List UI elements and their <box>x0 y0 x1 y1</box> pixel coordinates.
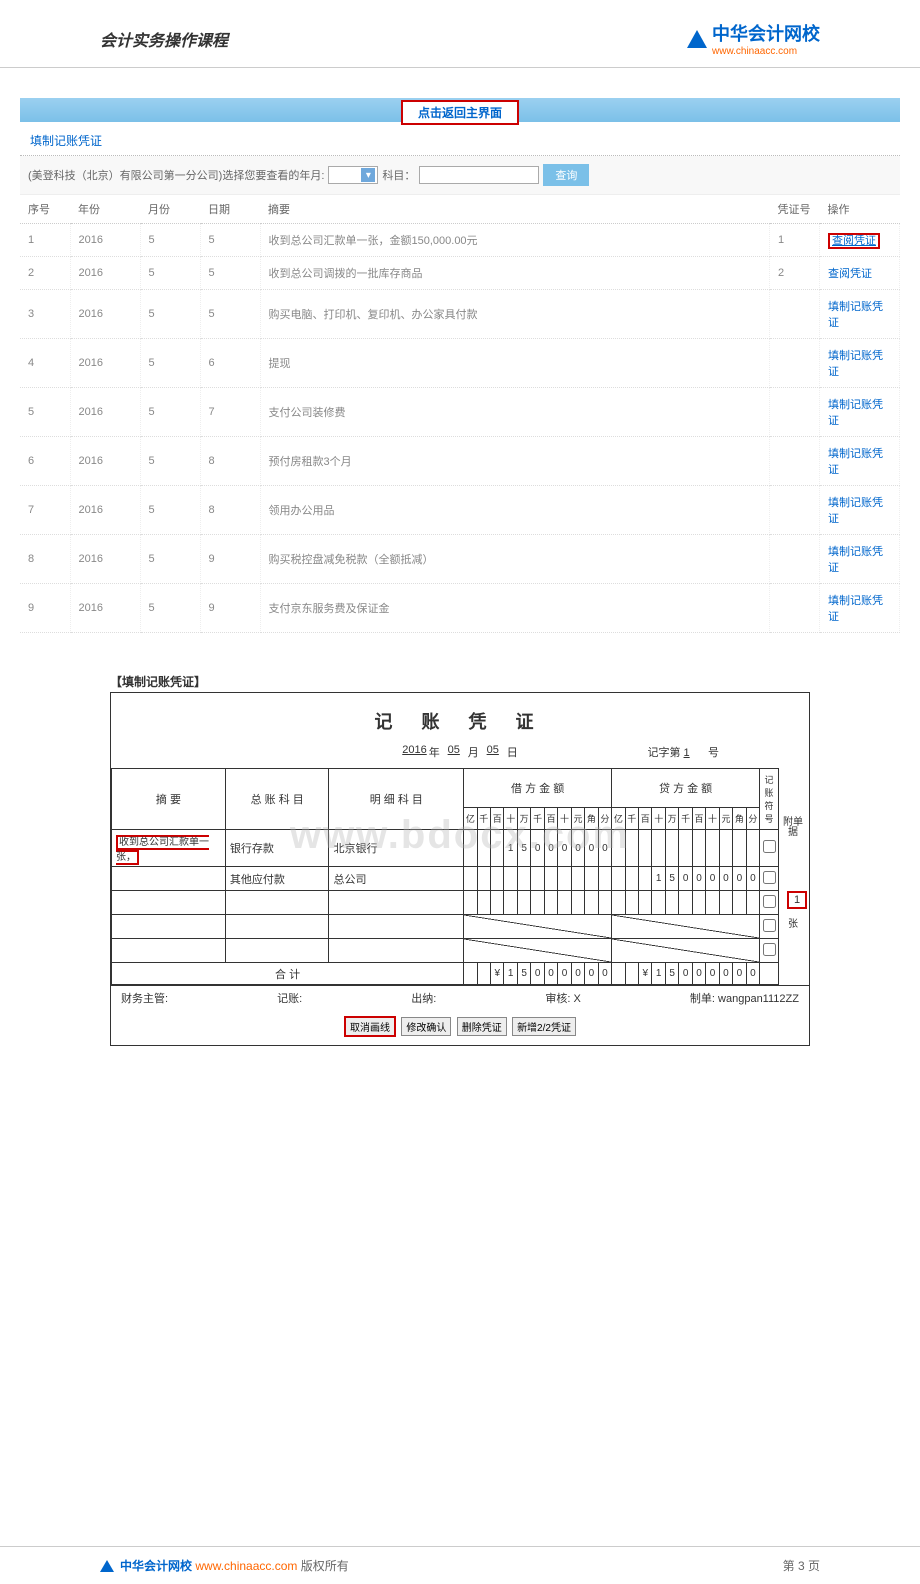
header-logo: 中华会计网校 www.chinaacc.com <box>687 20 820 57</box>
add-voucher-button[interactable]: 新增2/2凭证 <box>512 1017 576 1036</box>
fill-voucher-link[interactable]: 填制记账凭证 <box>828 497 883 525</box>
logo-cn: 中华会计网校 <box>712 20 820 46</box>
subject-input[interactable] <box>419 166 539 184</box>
section-title: 填制记账凭证 <box>20 124 900 156</box>
table-row: 5201657支付公司装修费填制记账凭证 <box>20 388 900 437</box>
fill-voucher-link[interactable]: 填制记账凭证 <box>828 448 883 476</box>
summary-highlight: 收到总公司汇款单一张， <box>116 835 209 865</box>
col-op: 操作 <box>820 195 900 224</box>
voucher-form-title: 【填制记账凭证】 <box>110 673 810 690</box>
year-month-dropdown[interactable]: ▾ <box>328 166 378 184</box>
fill-voucher-link[interactable]: 填制记账凭证 <box>828 546 883 574</box>
row-checkbox[interactable] <box>763 943 776 956</box>
row-checkbox[interactable] <box>763 871 776 884</box>
side-zhang: 张 <box>781 915 805 930</box>
fill-voucher-link[interactable]: 填制记账凭证 <box>828 301 883 329</box>
return-main-button[interactable]: 点击返回主界面 <box>401 100 519 125</box>
table-row: 6201658预付房租款3个月填制记账凭证 <box>20 437 900 486</box>
col-vno: 凭证号 <box>770 195 820 224</box>
supervisor: 财务主管: <box>121 990 168 1006</box>
table-row: 1201655收到总公司汇款单一张，金额150,000.00元1查阅凭证 <box>20 224 900 257</box>
view-voucher-link[interactable]: 查阅凭证 <box>828 268 872 280</box>
logo-icon <box>687 30 707 48</box>
ledger-table: 摘 要 总 账 科 目 明 细 科 目 借 方 金 额 贷 方 金 额 记账符号… <box>111 768 779 985</box>
signature-row: 财务主管: 记账: 出纳: 审核: X 制单: wangpan1112ZZ <box>111 985 809 1010</box>
course-title: 会计实务操作课程 <box>100 27 228 51</box>
fill-voucher-link[interactable]: 填制记账凭证 <box>828 350 883 378</box>
table-row: 4201656提现填制记账凭证 <box>20 339 900 388</box>
cashier: 出纳: <box>411 990 436 1006</box>
table-row: 2201655收到总公司调拨的一批库存商品2查阅凭证 <box>20 257 900 290</box>
logo-url: www.chinaacc.com <box>712 46 820 57</box>
table-row: 9201659支付京东服务费及保证金填制记账凭证 <box>20 584 900 633</box>
ledger-row-empty <box>112 915 779 939</box>
footer-logo-icon <box>100 1560 114 1572</box>
confirm-edit-button[interactable]: 修改确认 <box>401 1017 451 1036</box>
h-detail: 明 细 科 目 <box>329 769 464 830</box>
ledger-row: 其他应付款总公司15000000 <box>112 867 779 891</box>
h-summary: 摘 要 <box>112 769 226 830</box>
voucher-action-buttons: 取消画线 修改确认 删除凭证 新增2/2凭证 <box>111 1010 809 1045</box>
footer-copyright: 版权所有 <box>301 1559 349 1573</box>
auditor: 审核: X <box>545 990 580 1006</box>
h-debit: 借 方 金 额 <box>464 769 612 808</box>
preparer: 制单: wangpan1112ZZ <box>690 990 799 1006</box>
page-footer: 中华会计网校 www.chinaacc.com 版权所有 第 3 页 <box>0 1546 920 1584</box>
col-day: 日期 <box>200 195 260 224</box>
table-row: 7201658领用办公用品填制记账凭证 <box>20 486 900 535</box>
page-number: 第 3 页 <box>783 1557 820 1574</box>
bookkeeper: 记账: <box>277 990 302 1006</box>
subject-label: 科目： <box>382 167 415 183</box>
filter-prefix: (美登科技（北京）有限公司第一分公司)选择您要查看的年月: <box>28 167 324 183</box>
fill-voucher-link[interactable]: 填制记账凭证 <box>828 595 883 623</box>
row-checkbox[interactable] <box>763 895 776 908</box>
voucher-main-title: 记 账 凭 证 <box>111 708 809 734</box>
top-bar: 点击返回主界面 <box>20 98 900 122</box>
row-checkbox[interactable] <box>763 840 776 853</box>
ledger-row: 收到总公司汇款单一张，银行存款北京银行15000000 <box>112 830 779 867</box>
ledger-row-empty <box>112 939 779 963</box>
filter-row: (美登科技（北京）有限公司第一分公司)选择您要查看的年月: ▾ 科目： 查询 <box>20 156 900 195</box>
table-row: 8201659购买税控盘减免税款（全额抵减）填制记账凭证 <box>20 535 900 584</box>
chevron-down-icon: ▾ <box>361 168 375 182</box>
footer-logo-cn: 中华会计网校 <box>120 1559 192 1573</box>
row-checkbox[interactable] <box>763 919 776 932</box>
voucher-date: 2016年 05月 05日 <box>402 744 517 760</box>
ledger-row-empty <box>112 891 779 915</box>
view-voucher-link[interactable]: 查阅凭证 <box>828 233 880 249</box>
col-summary: 摘要 <box>260 195 770 224</box>
footer-url: www.chinaacc.com <box>195 1559 297 1573</box>
page-header: 会计实务操作课程 中华会计网校 www.chinaacc.com <box>0 0 920 68</box>
total-row: 合 计¥15000000¥15000000 <box>112 963 779 985</box>
delete-voucher-button[interactable]: 删除凭证 <box>457 1017 507 1036</box>
attachment-count-input[interactable]: 1 <box>787 891 807 909</box>
voucher-form: www.bdocx.com 记 账 凭 证 2016年 05月 05日 记字第 … <box>110 692 810 1046</box>
h-credit: 贷 方 金 额 <box>612 769 760 808</box>
record-number: 记字第 1 号 <box>647 744 719 760</box>
h-mark: 记账符号 <box>760 769 779 830</box>
voucher-list-table: 序号 年份 月份 日期 摘要 凭证号 操作 1201655收到总公司汇款单一张，… <box>20 195 900 633</box>
col-seq: 序号 <box>20 195 70 224</box>
cancel-line-button[interactable]: 取消画线 <box>344 1016 396 1037</box>
h-general: 总 账 科 目 <box>225 769 329 830</box>
side-attach-label: 附单据 <box>781 818 805 838</box>
col-month: 月份 <box>140 195 200 224</box>
search-button[interactable]: 查询 <box>543 164 589 186</box>
col-year: 年份 <box>70 195 140 224</box>
table-row: 3201655购买电脑、打印机、复印机、办公家具付款填制记账凭证 <box>20 290 900 339</box>
fill-voucher-link[interactable]: 填制记账凭证 <box>828 399 883 427</box>
